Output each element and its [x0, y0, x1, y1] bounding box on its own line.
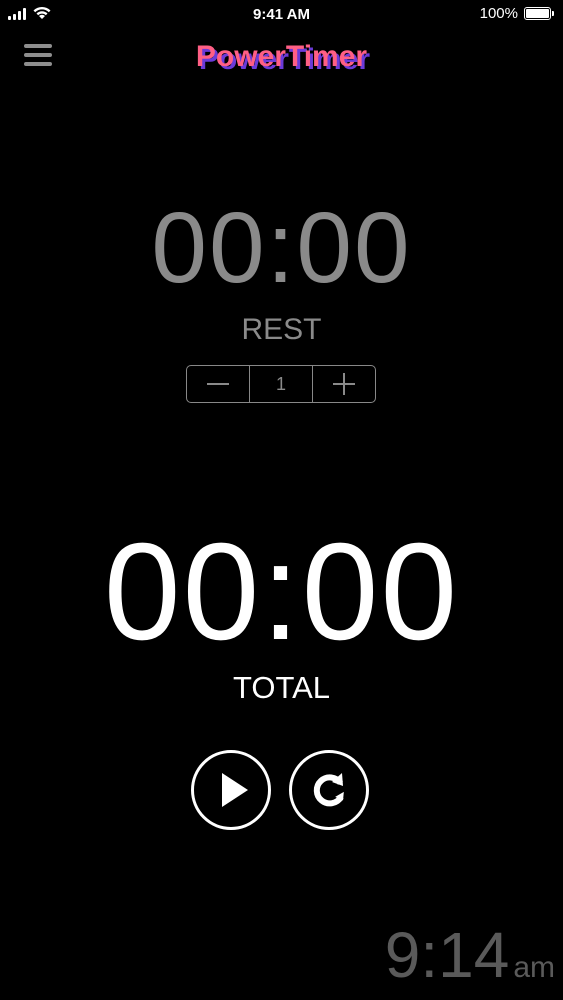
current-clock: 9:14 am — [385, 918, 555, 992]
total-label: TOTAL — [232, 670, 331, 705]
stepper-value: 1 — [249, 366, 313, 402]
rest-time-display: 00:00 — [151, 192, 412, 304]
status-right: 100% — [479, 5, 554, 22]
total-time-display: 00:00 — [103, 515, 460, 669]
clock-time: 9:14 — [384, 919, 510, 991]
rest-label: REST — [241, 313, 322, 346]
minus-icon — [207, 383, 229, 385]
play-icon — [222, 773, 248, 807]
battery-icon — [524, 7, 554, 20]
play-button[interactable] — [191, 750, 271, 830]
reset-icon — [313, 773, 344, 807]
app-title: PowerTimer — [195, 40, 368, 73]
increment-button[interactable] — [313, 366, 375, 402]
battery-percentage: 100% — [479, 5, 518, 22]
status-bar: 9:41 AM 100% — [0, 0, 563, 30]
decrement-button[interactable] — [187, 366, 249, 402]
clock-ampm: am — [513, 951, 555, 984]
status-time: 9:41 AM — [253, 6, 310, 23]
plus-icon — [333, 373, 355, 395]
rest-stepper: 1 — [186, 365, 376, 403]
reset-button[interactable] — [289, 750, 369, 830]
